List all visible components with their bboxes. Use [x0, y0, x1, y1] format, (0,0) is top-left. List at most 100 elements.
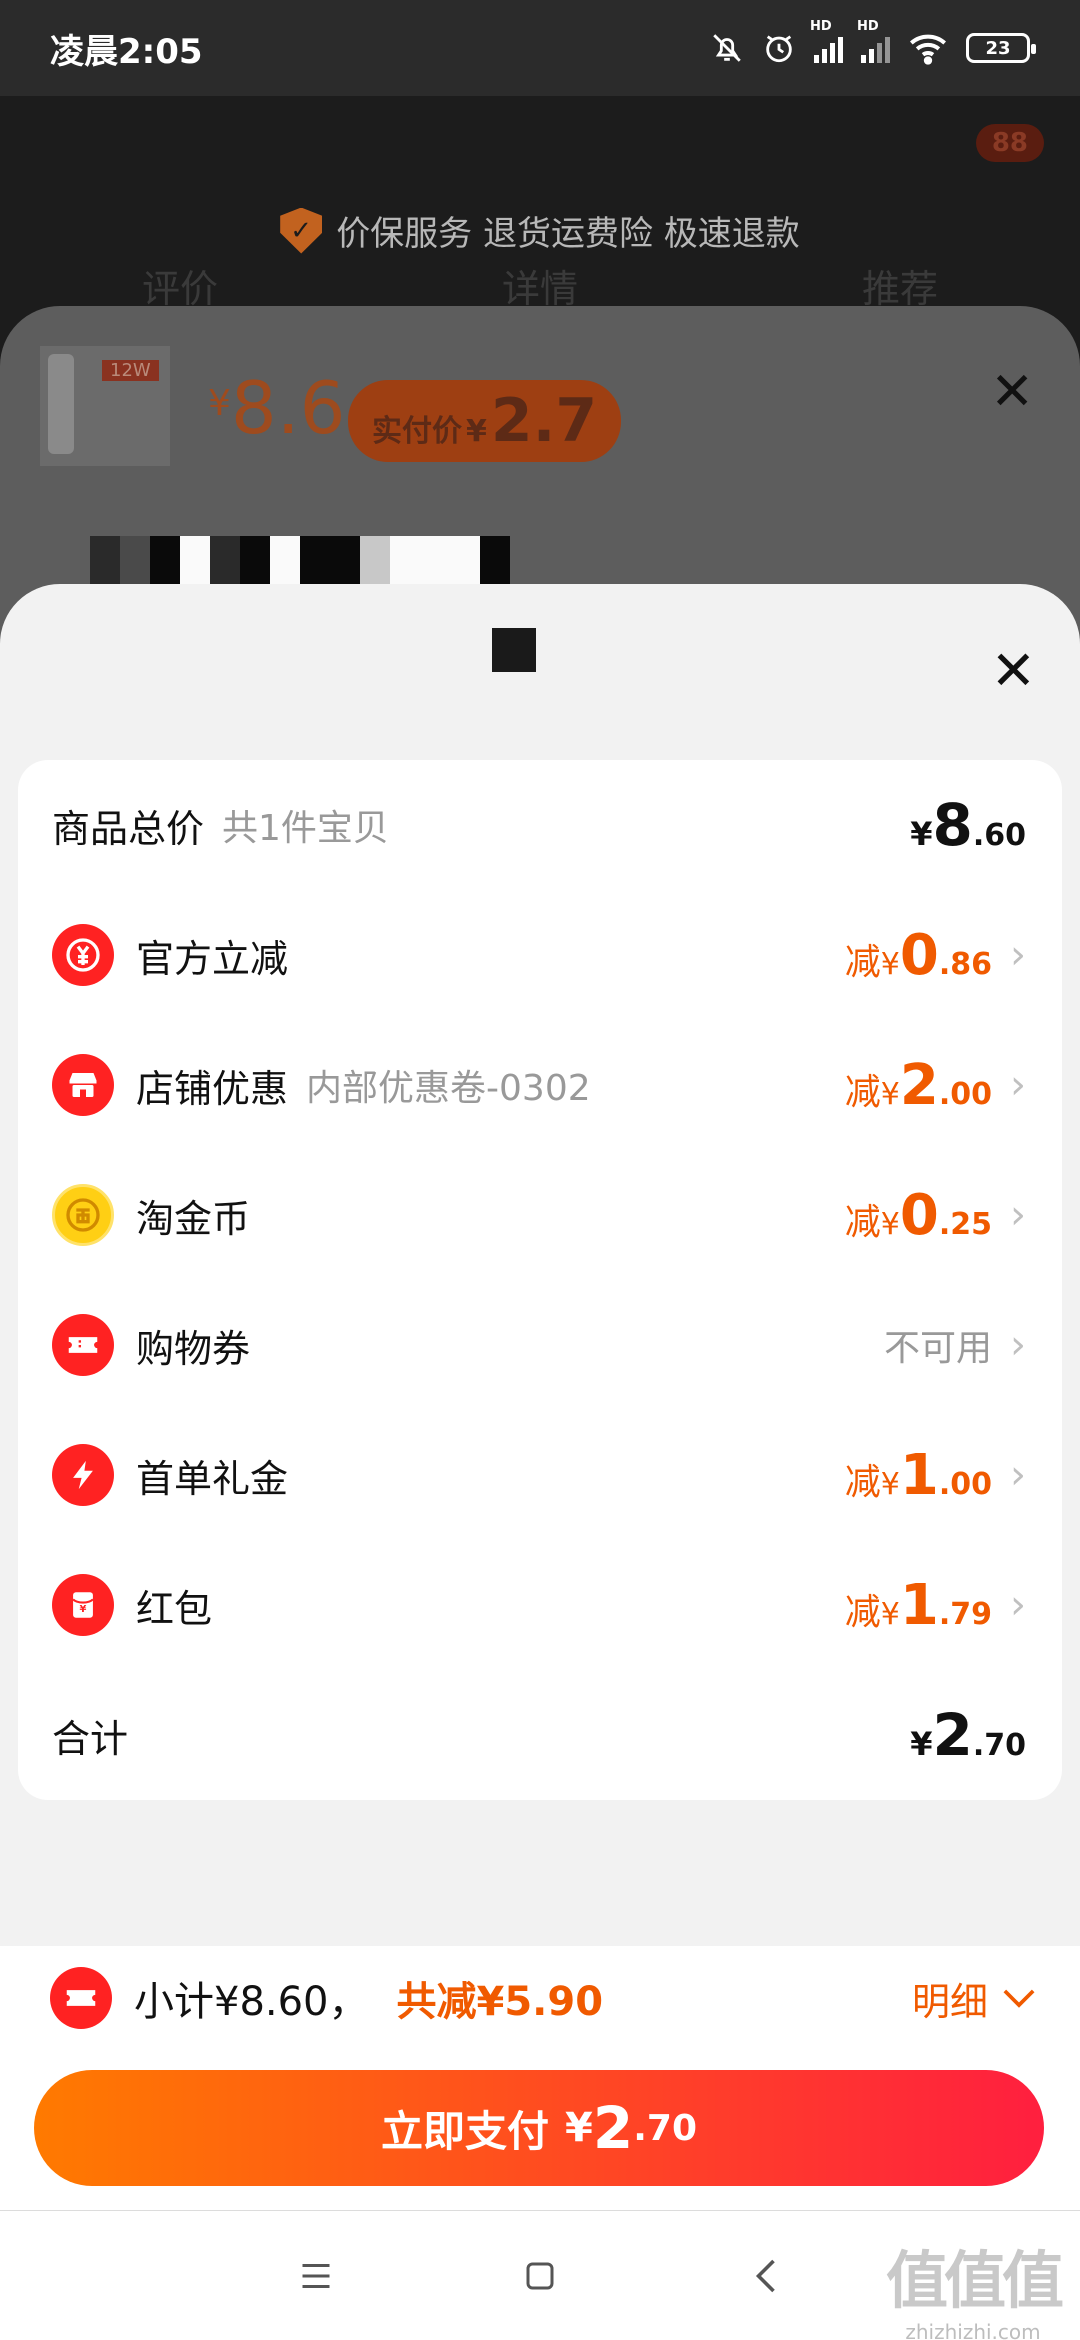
row-amount: 减 ¥0.86: [845, 923, 992, 988]
bg-price-value: 8.6: [230, 366, 346, 450]
yen-refresh-icon: [52, 924, 114, 986]
saved-text: 共减¥5.90: [396, 1979, 604, 2025]
row-official-discount[interactable]: 官方立减 减 ¥0.86 ›: [18, 890, 1062, 1020]
total-price: ¥8.60: [910, 791, 1026, 859]
ticket-icon: [52, 1314, 114, 1376]
chevron-right-icon: ›: [1010, 1322, 1026, 1368]
chevron-right-icon: ›: [1010, 1192, 1026, 1238]
chevron-right-icon: ›: [1010, 1452, 1026, 1498]
battery-icon: 23: [966, 33, 1036, 63]
row-shopping-voucher[interactable]: 购物券 不可用 ›: [18, 1280, 1062, 1410]
amount-prefix: 减: [844, 1461, 881, 1503]
total-dec: .60: [972, 818, 1026, 853]
breakdown-card: 商品总价 共1件宝贝 ¥8.60 官方立减 减 ¥0.86 › 店铺优惠 内部优惠…: [18, 760, 1062, 1800]
red-packet-icon: ¥: [52, 1574, 114, 1636]
amount-yen: ¥: [880, 946, 900, 982]
product-tag: 12W: [102, 360, 159, 381]
amount-prefix: 减: [844, 1201, 881, 1243]
grand-total-row: 合计 ¥2.70: [18, 1670, 1062, 1800]
row-label: 官方立减: [136, 936, 289, 981]
menu-icon: [302, 2264, 330, 2288]
amount-int: 0: [899, 1182, 939, 1248]
row-taobao-coin[interactable]: 淘金币 减 ¥0.25 ›: [18, 1150, 1062, 1280]
cart-badge: 88: [975, 124, 1044, 162]
actual-price-label: 实付价: [372, 414, 462, 449]
product-thumbnail: 12W: [40, 346, 170, 466]
actual-price-symbol: ¥: [466, 414, 487, 449]
amount-prefix: 减: [844, 1591, 881, 1633]
service-items: 价保服务 退货运费险 极速退款: [336, 214, 800, 254]
row-red-packet[interactable]: ¥ 红包 减 ¥1.79 ›: [18, 1540, 1062, 1670]
background-price: ¥8.6: [208, 366, 345, 450]
tab-reviews: 评价: [141, 267, 218, 311]
row-amount: 减 ¥2.00: [845, 1053, 992, 1118]
chevron-right-icon: ›: [1010, 1062, 1026, 1108]
row-amount: 减 ¥1.00: [845, 1443, 992, 1508]
pay-dec: .70: [633, 2107, 697, 2149]
status-bar: 凌晨2:05 HD HD 23: [0, 0, 1080, 96]
shield-check-icon: ✓: [280, 207, 323, 254]
row-label: 店铺优惠: [136, 1066, 289, 1111]
pay-label: 立即支付: [381, 2106, 550, 2156]
status-time: 凌晨2:05: [50, 31, 203, 72]
service-guarantee: ✓ 价保服务 退货运费险 极速退款: [0, 206, 1080, 255]
back-icon: [755, 2259, 775, 2293]
row-label: 红包: [136, 1586, 213, 1631]
grand-total-label: 合计: [52, 1716, 129, 1761]
item-count: 共1件宝贝: [222, 808, 389, 849]
grand-total-int: 2: [932, 1701, 973, 1769]
amount-yen: ¥: [880, 1206, 900, 1242]
row-label: 淘金币: [136, 1196, 251, 1241]
sheet-handle[interactable]: [492, 628, 536, 672]
pay-yen: ¥: [565, 2105, 593, 2151]
home-square-icon: [526, 2262, 554, 2290]
close-button[interactable]: ✕: [991, 644, 1036, 698]
menu-button[interactable]: [276, 2211, 356, 2340]
detail-toggle[interactable]: 明细: [912, 1971, 1036, 2026]
home-button[interactable]: [500, 2211, 580, 2340]
row-amount: 减 ¥0.25: [845, 1183, 992, 1248]
total-label: 商品总价: [52, 806, 205, 851]
row-amount: 减 ¥1.79: [845, 1573, 992, 1638]
amount-prefix: 减: [844, 1071, 881, 1113]
row-first-order-gift[interactable]: 首单礼金 减 ¥1.00 ›: [18, 1410, 1062, 1540]
amount-dec: .25: [938, 1206, 992, 1242]
amount-dec: .00: [938, 1076, 992, 1112]
signal-2-tag: HD: [857, 19, 879, 34]
watermark-logo: 值值值: [885, 2244, 1064, 2317]
summary-row: 小计¥8.60， 共减¥5.90 明细: [0, 1946, 1080, 2050]
pay-now-button[interactable]: 立即支付 ¥2.70: [34, 2070, 1044, 2186]
chevron-right-icon: ›: [1010, 1582, 1026, 1628]
ticket-icon: [50, 1967, 112, 2029]
signal-2-icon: HD: [857, 19, 890, 63]
tab-recommend: 推荐: [861, 267, 938, 311]
chevron-down-icon: [1003, 1989, 1035, 2008]
background-tabs: 评价 详情 推荐: [0, 258, 1080, 313]
gold-coin-icon: [52, 1184, 114, 1246]
grand-total-price: ¥2.70: [910, 1701, 1026, 1769]
actual-price-value: 2.7: [490, 386, 598, 456]
alarm-icon: [766, 35, 792, 63]
bg-price-symbol: ¥: [208, 383, 231, 424]
background-close-icon: ✕: [990, 362, 1034, 422]
checkout-bar: 小计¥8.60， 共减¥5.90 明细 立即支付 ¥2.70: [0, 1946, 1080, 2210]
site-watermark: 值值值 zhizhizhi.com: [885, 2230, 1064, 2340]
row-store-discount[interactable]: 店铺优惠 内部优惠卷-0302 减 ¥2.00 ›: [18, 1020, 1062, 1150]
subtotal-text: 小计¥8.60，: [134, 1979, 369, 2025]
actual-price-pill: 实付价 ¥ 2.7: [348, 380, 622, 462]
grand-total-yen: ¥: [910, 1725, 933, 1763]
row-label: 首单礼金: [136, 1456, 289, 1501]
amount-int: 2: [899, 1052, 939, 1118]
amount-yen: ¥: [880, 1076, 900, 1112]
amount-int: 1: [899, 1572, 939, 1638]
pay-int: 2: [592, 2094, 634, 2162]
amount-int: 1: [899, 1442, 939, 1508]
watermark-url: zhizhizhi.com: [905, 2320, 1041, 2340]
amount-int: 0: [899, 922, 939, 988]
row-label: 购物券: [136, 1326, 251, 1371]
total-price-row: 商品总价 共1件宝贝 ¥8.60: [18, 760, 1062, 890]
status-icons: HD HD 23: [710, 19, 1036, 65]
battery-level: 23: [985, 37, 1011, 59]
back-button[interactable]: [726, 2211, 806, 2340]
amount-yen: ¥: [880, 1596, 900, 1632]
